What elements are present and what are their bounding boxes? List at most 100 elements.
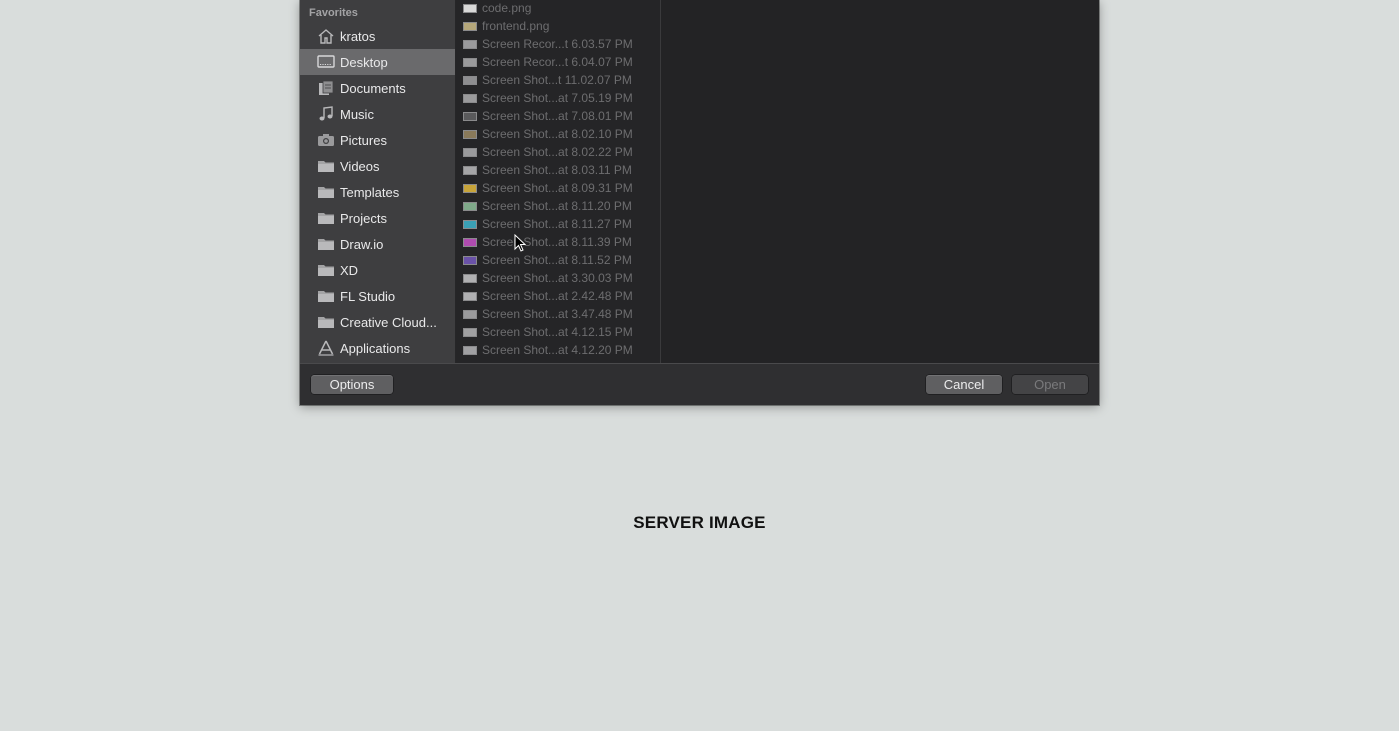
file-row[interactable]: Screen Shot...at 3.47.48 PM [456,305,660,323]
page-title: SERVER IMAGE [633,513,766,532]
sidebar-item-creative-cloud[interactable]: Creative Cloud... [300,309,455,335]
file-row[interactable]: Screen Shot...at 7.08.01 PM [456,107,660,125]
file-row[interactable]: frontend.png [456,17,660,35]
file-thumbnail-icon [463,273,477,283]
sidebar-item-kratos[interactable]: kratos [300,23,455,49]
sidebar-item-label: kratos [340,28,376,44]
file-thumbnail-icon [463,219,477,229]
file-thumbnail-icon [463,129,477,139]
dialog-footer: Options Cancel Open [300,363,1099,405]
sidebar-item-projects[interactable]: Projects [300,205,455,231]
sidebar-item-xd[interactable]: XD [300,257,455,283]
file-name: code.png [482,1,532,15]
folder-icon [317,314,335,330]
file-name: Screen Shot...at 8.09.31 PM [482,181,633,195]
file-name: Screen Shot...at 7.08.01 PM [482,109,633,123]
home-icon [317,28,335,44]
open-button[interactable]: Open [1012,375,1088,394]
sidebar-item-label: FL Studio [340,288,396,304]
sidebar-item-label: Creative Cloud... [340,314,437,330]
documents-icon [317,80,335,96]
file-row[interactable]: Screen Shot...t 11.02.07 PM [456,71,660,89]
folder-icon [317,184,335,200]
folder-icon [317,210,335,226]
file-name: Screen Shot...at 8.11.27 PM [482,217,632,231]
file-thumbnail-icon [463,111,477,121]
file-thumbnail-icon [463,309,477,319]
file-row[interactable]: Screen Shot...at 8.11.20 PM [456,197,660,215]
cancel-button[interactable]: Cancel [926,375,1002,394]
file-thumbnail-icon [463,75,477,85]
folder-icon [317,236,335,252]
file-name: Screen Shot...at 8.11.20 PM [482,199,632,213]
sidebar-item-documents[interactable]: Documents [300,75,455,101]
file-row[interactable]: Screen Shot...at 8.03.11 PM [456,161,660,179]
file-row[interactable]: Screen Shot...at 7.05.19 PM [456,89,660,107]
file-thumbnail-icon [463,57,477,67]
camera-icon [317,132,335,148]
file-name: Screen Shot...at 4.12.15 PM [482,325,633,339]
file-name: Screen Shot...at 8.11.39 PM [482,235,632,249]
file-thumbnail-icon [463,327,477,337]
file-thumbnail-icon [463,147,477,157]
sidebar-header-favorites: Favorites [309,7,358,19]
file-row[interactable]: code.png [456,0,660,17]
file-row[interactable]: Screen Shot...at 8.11.39 PM [456,233,660,251]
file-row[interactable]: Screen Shot...at 8.11.27 PM [456,215,660,233]
options-button[interactable]: Options [311,375,393,394]
file-row[interactable]: Screen Shot...at 2.42.48 PM [456,287,660,305]
file-thumbnail-icon [463,39,477,49]
file-thumbnail-icon [463,165,477,175]
file-name: Screen Shot...at 2.42.48 PM [482,289,633,303]
sidebar-item-fl-studio[interactable]: FL Studio [300,283,455,309]
file-column[interactable]: code.png frontend.png Screen Recor...t 6.0… [456,0,661,363]
file-thumbnail-icon [463,93,477,103]
sidebar-item-music[interactable]: Music [300,101,455,127]
file-thumbnail-icon [463,291,477,301]
file-row[interactable]: Screen Recor...t 6.04.07 PM [456,53,660,71]
file-thumbnail-icon [463,255,477,265]
sidebar: Favorites kratos Desktop Documents Music Pic… [300,0,456,363]
file-name: Screen Recor...t 6.04.07 PM [482,55,633,69]
file-row[interactable]: Screen Shot...at 8.02.10 PM [456,125,660,143]
sidebar-item-label: Pictures [340,132,387,148]
sidebar-item-desktop[interactable]: Desktop [300,49,455,75]
file-thumbnail-icon [463,201,477,211]
file-name: frontend.png [482,19,550,33]
preview-column [661,0,1099,363]
file-name: Screen Shot...at 3.30.03 PM [482,271,633,285]
mouse-cursor-icon [514,234,526,252]
sidebar-item-pictures[interactable]: Pictures [300,127,455,153]
file-thumbnail-icon [463,183,477,193]
file-row[interactable]: Screen Shot...at 8.11.52 PM [456,251,660,269]
sidebar-item-label: Applications [340,340,411,356]
file-row[interactable]: Screen Shot...at 8.02.22 PM [456,143,660,161]
sidebar-item-templates[interactable]: Templates [300,179,455,205]
file-row[interactable]: Screen Shot...at 4.12.20 PM [456,341,660,359]
file-row[interactable]: Screen Shot...at 4.12.15 PM [456,323,660,341]
sidebar-item-draw-io[interactable]: Draw.io [300,231,455,257]
sidebar-item-label: Music [340,106,374,122]
sidebar-item-videos[interactable]: Videos [300,153,455,179]
file-name: Screen Shot...at 3.47.48 PM [482,307,633,321]
sidebar-item-label: Projects [340,210,387,226]
sidebar-item-applications[interactable]: Applications [300,335,455,361]
file-name: Screen Shot...at 8.02.22 PM [482,145,633,159]
sidebar-item-label: XD [340,262,359,278]
file-thumbnail-icon [463,237,477,247]
sidebar-item-label: Templates [340,184,400,200]
sidebar-item-label: Documents [340,80,406,96]
folder-icon [317,158,335,174]
folder-icon [317,288,335,304]
file-name: Screen Shot...at 8.11.52 PM [482,253,632,267]
file-thumbnail-icon [463,21,477,31]
file-row[interactable]: Screen Recor...t 6.03.57 PM [456,35,660,53]
file-row[interactable]: Screen Shot...at 3.30.03 PM [456,269,660,287]
sidebar-item-label: Videos [340,158,380,174]
file-row[interactable]: Screen Shot...at 8.09.31 PM [456,179,660,197]
file-name: Screen Shot...at 7.05.19 PM [482,91,633,105]
file-name: Screen Shot...t 11.02.07 PM [482,73,632,87]
file-list: code.png frontend.png Screen Recor...t 6.0… [456,0,660,359]
file-thumbnail-icon [463,3,477,13]
music-note-icon [317,106,335,122]
